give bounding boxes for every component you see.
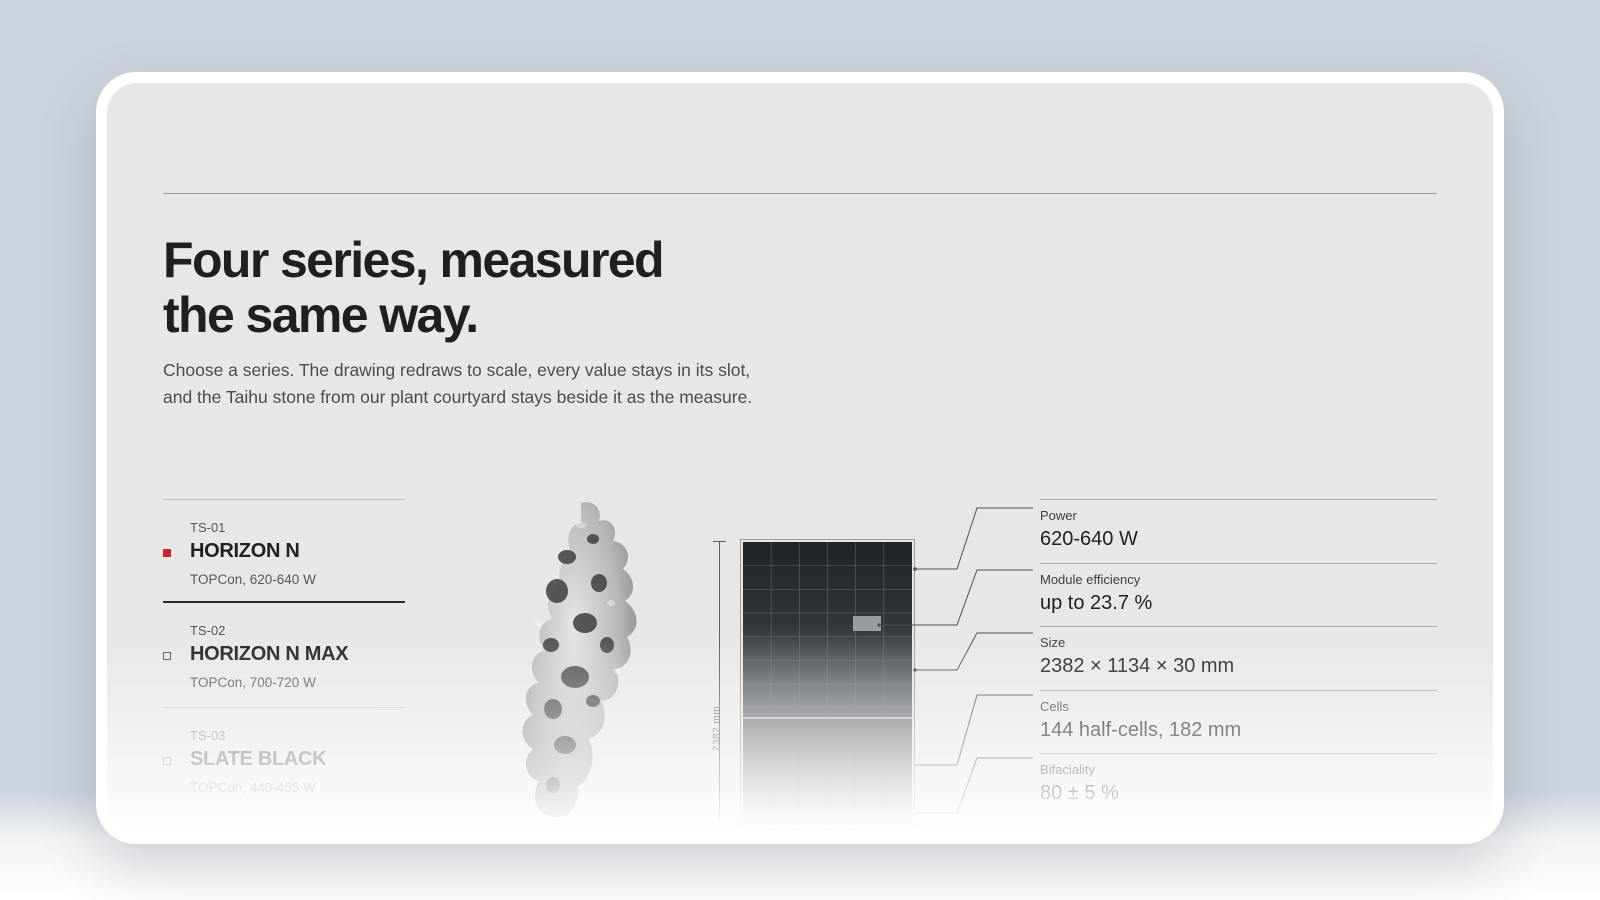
- series-selector: TS-01 HORIZON N TOPCon, 620-640 W TS-02 …: [163, 499, 405, 811]
- series-item-ts-01[interactable]: TS-01 HORIZON N TOPCon, 620-640 W: [163, 499, 405, 603]
- spec-value: 80 ± 5 %: [1040, 782, 1119, 804]
- spec-label: Module efficiency: [1040, 571, 1141, 587]
- spec-row-power: Power 620-640 W: [1040, 499, 1437, 563]
- unselected-marker-icon: [163, 652, 171, 660]
- page-title: Four series, measured the same way.: [163, 233, 863, 343]
- series-code: TS-01: [190, 520, 226, 535]
- product-section: Four series, measured the same way. Choo…: [107, 83, 1493, 833]
- series-item-ts-03[interactable]: TS-03 SLATE BLACK TOPCon, 440-455 W: [163, 707, 405, 811]
- height-dimension-label: 2382 mm: [711, 705, 723, 752]
- spec-table: Power 620-640 W Module efficiency up to …: [1040, 499, 1437, 817]
- height-dimension-cap: [713, 541, 726, 542]
- page-title-line-2: the same way.: [163, 287, 479, 343]
- series-desc: TOPCon, 620-640 W: [190, 572, 316, 587]
- series-code: TS-03: [190, 728, 226, 743]
- series-desc: TOPCon, 440-455 W: [190, 780, 316, 795]
- unselected-marker-icon: [163, 757, 171, 765]
- spec-value: up to 23.7 %: [1040, 591, 1153, 614]
- solar-panel-drawing: [740, 539, 915, 829]
- taihu-stone-image: [522, 502, 637, 818]
- spec-label: Cells: [1040, 698, 1069, 714]
- series-code: TS-02: [190, 623, 226, 638]
- series-name: HORIZON N: [190, 540, 300, 562]
- spec-row-efficiency: Module efficiency up to 23.7 %: [1040, 562, 1437, 627]
- spec-row-size: Size 2382 × 1134 × 30 mm: [1040, 626, 1437, 690]
- series-desc: TOPCon, 700-720 W: [190, 675, 316, 690]
- spec-value: 2382 × 1134 × 30 mm: [1040, 655, 1235, 677]
- selected-marker-icon: [163, 549, 171, 557]
- height-dimension-line: [719, 541, 720, 821]
- spec-row-cells: Cells 144 half-cells, 182 mm: [1040, 689, 1437, 754]
- series-name: SLATE BLACK: [190, 748, 327, 770]
- spec-label: Size: [1040, 635, 1066, 650]
- spec-label: Power: [1040, 508, 1077, 523]
- series-item-ts-02[interactable]: TS-02 HORIZON N MAX TOPCon, 700-720 W: [163, 603, 405, 707]
- spec-label: Bifaciality: [1040, 762, 1095, 777]
- page-title-line-1: Four series, measured: [163, 232, 665, 288]
- spec-value: 144 half-cells, 182 mm: [1040, 718, 1242, 741]
- spec-value: 620-640 W: [1040, 528, 1138, 550]
- section-divider: [163, 193, 1437, 194]
- series-name: HORIZON N MAX: [190, 643, 349, 665]
- intro-paragraph: Choose a series. The drawing redraws to …: [163, 360, 753, 407]
- spec-row-bifaciality: Bifaciality 80 ± 5 %: [1040, 753, 1437, 817]
